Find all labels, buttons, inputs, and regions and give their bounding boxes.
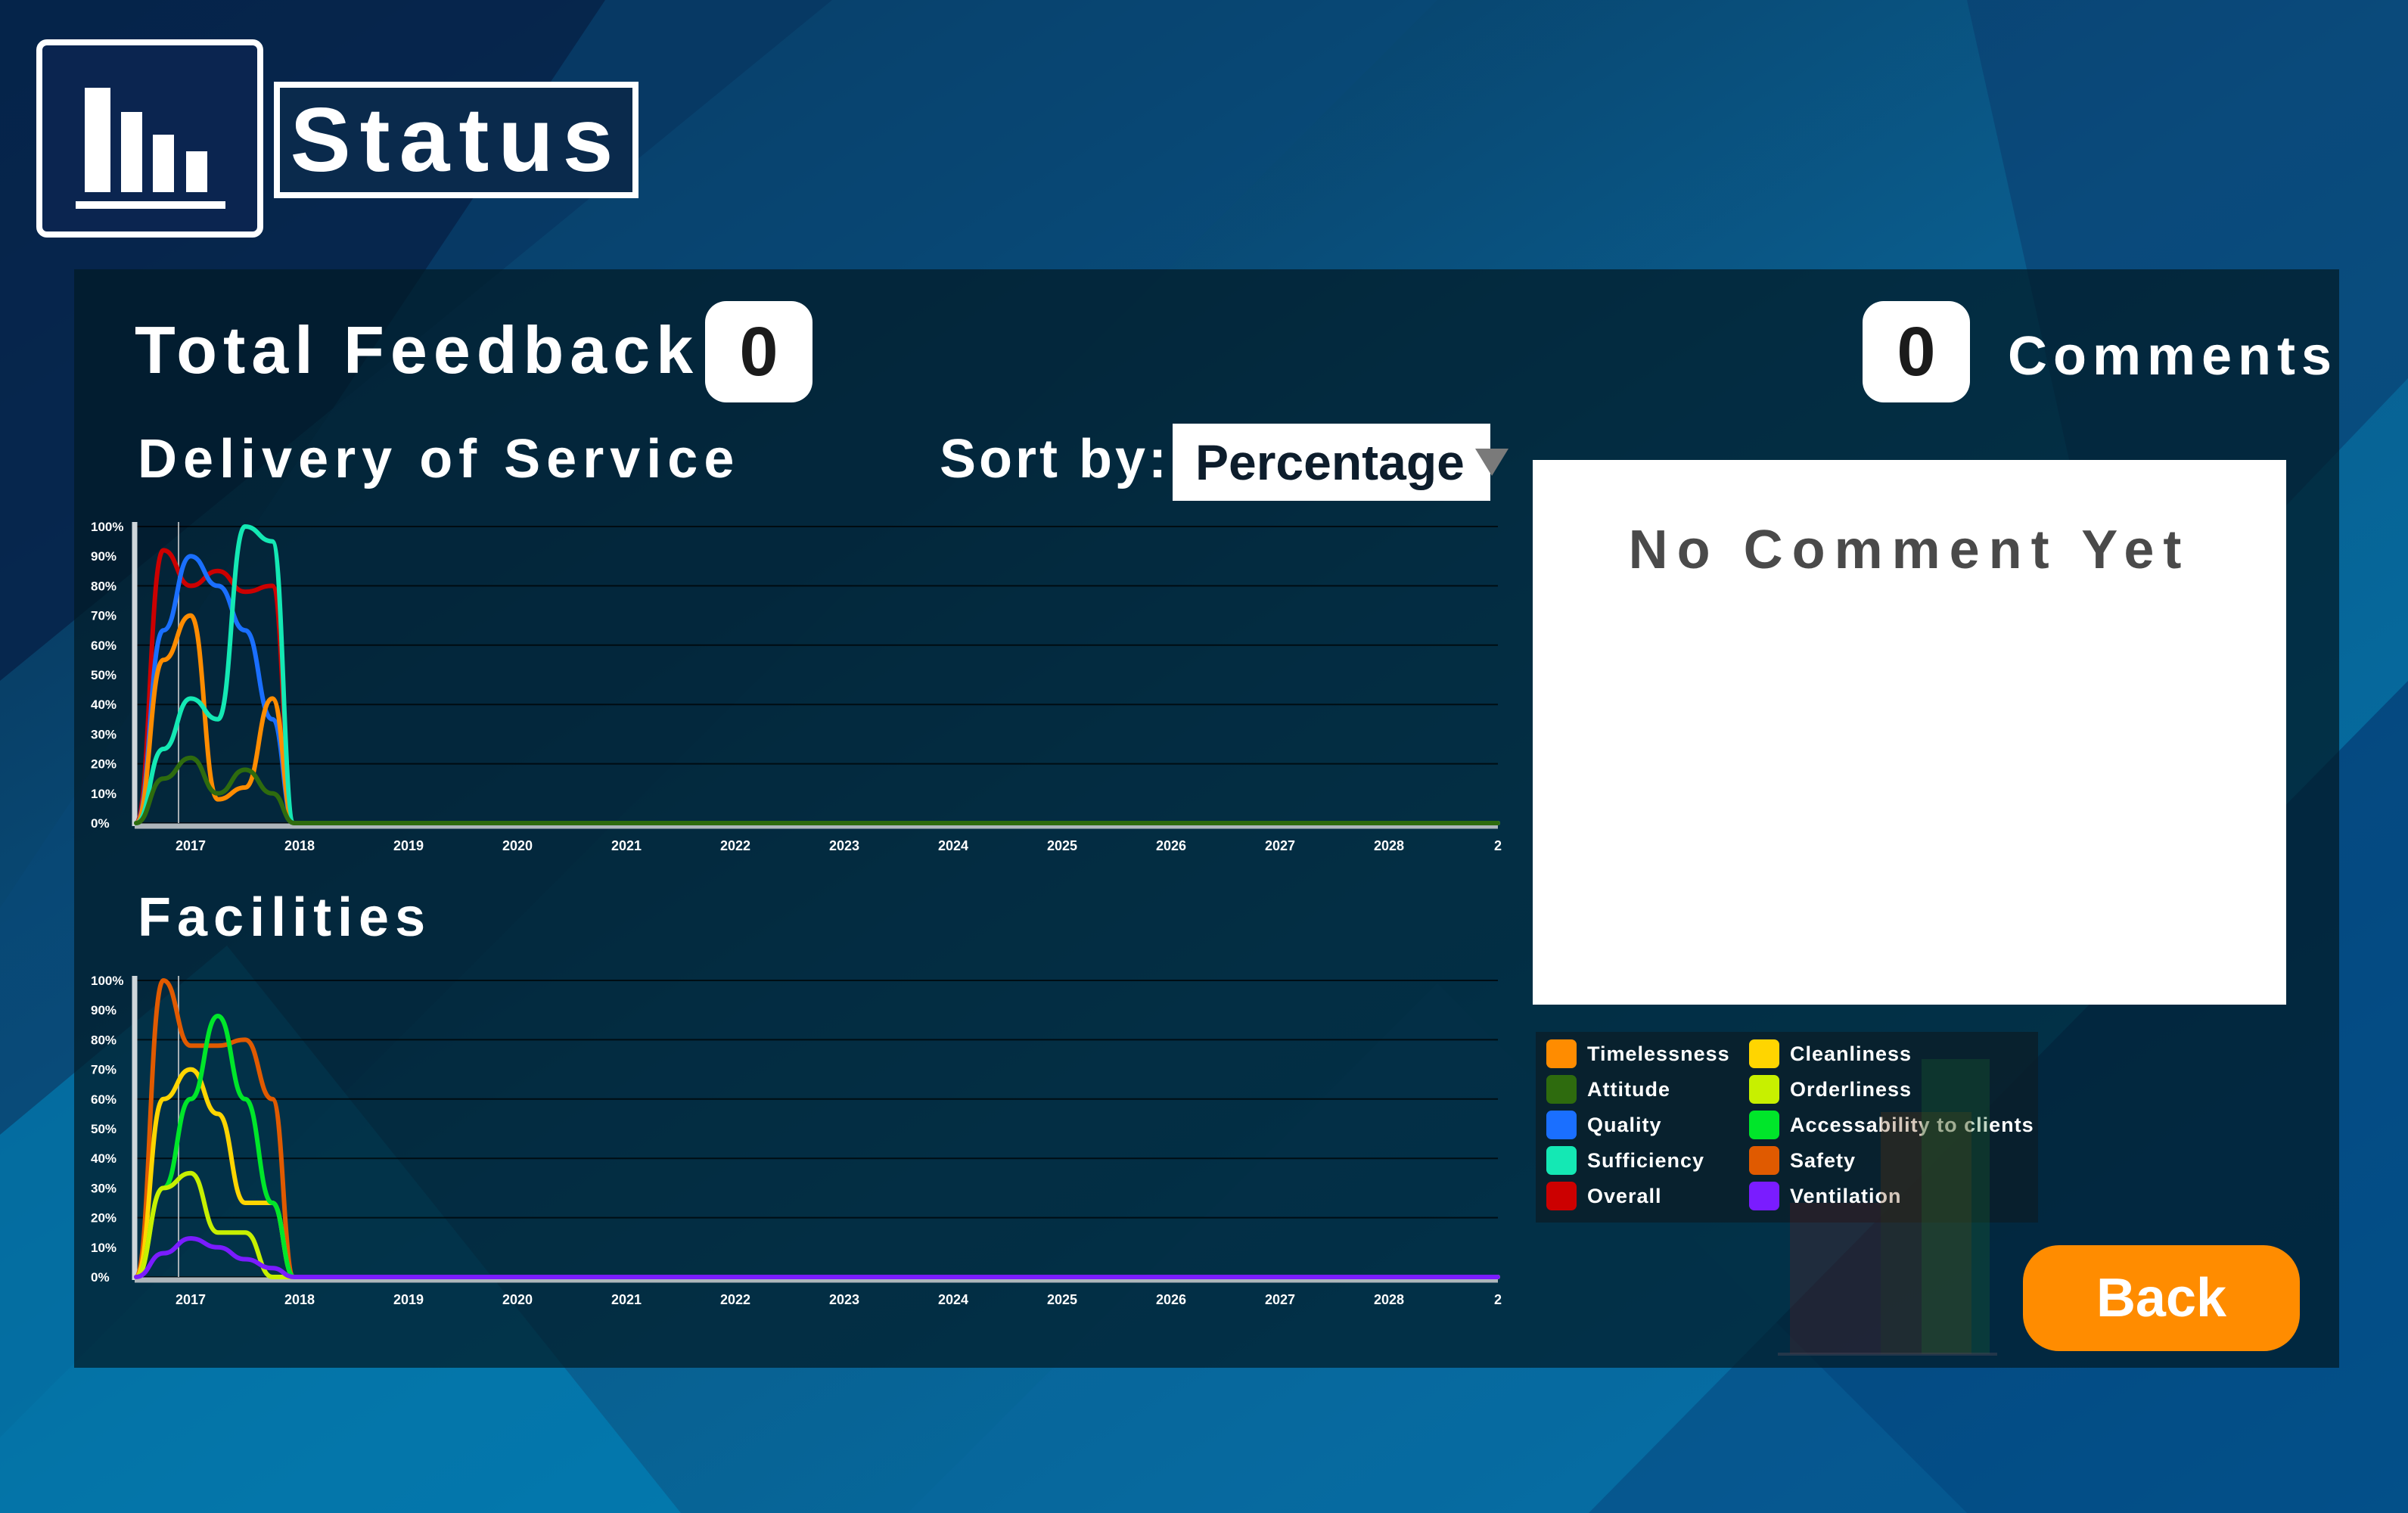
title-icon-box: [36, 39, 263, 238]
y-tick-label: 60%: [91, 638, 117, 653]
legend-item: Attitude: [1546, 1075, 1670, 1104]
y-tick-label: 90%: [91, 549, 117, 564]
series-line: [134, 524, 1500, 825]
legend-swatch: [1546, 1111, 1577, 1139]
y-tick-label: 70%: [91, 1063, 117, 1077]
series-line: [134, 1170, 1500, 1279]
y-tick-label: 30%: [91, 727, 117, 741]
y-tick-label: 0%: [91, 816, 110, 831]
legend-item: Sufficiency: [1546, 1146, 1704, 1175]
back-button[interactable]: Back: [2023, 1245, 2300, 1351]
delivery-section-title: Delivery of Service: [138, 429, 741, 489]
y-tick-label: 50%: [91, 1122, 117, 1136]
x-tick-label: 2024: [938, 838, 968, 853]
legend-swatch: [1749, 1039, 1779, 1068]
legend-item: Quality: [1546, 1111, 1662, 1139]
facilities-section-title: Facilities: [138, 887, 432, 948]
series-line: [134, 1236, 1500, 1279]
y-tick-label: 30%: [91, 1181, 117, 1195]
x-tick-label: 2026: [1156, 1292, 1186, 1307]
x-tick-label: 2019: [393, 1292, 424, 1307]
legend-swatch: [1546, 1039, 1577, 1068]
series-line: [134, 548, 1500, 825]
y-tick-label: 40%: [91, 697, 117, 712]
x-tick-label: 2017: [176, 838, 206, 853]
y-tick-label: 10%: [91, 1241, 117, 1255]
x-tick-label: 2028: [1374, 838, 1404, 853]
y-tick-label: 100%: [91, 974, 123, 988]
x-tick-label: 2024: [938, 1292, 968, 1307]
legend-swatch: [1749, 1146, 1779, 1175]
delivery-chart: 0% 10% 20% 30% 40% 50% 60% 70% 80% 90% 100% 2017 201…: [91, 520, 1502, 853]
y-tick-label: 20%: [91, 1211, 117, 1226]
series-line: [134, 554, 1500, 825]
x-tick-label: 2020: [502, 838, 533, 853]
x-tick-label: 2023: [829, 1292, 859, 1307]
chevron-down-icon: [1474, 449, 1508, 476]
x-tick-label: 2027: [1265, 1292, 1295, 1307]
y-tick-label: 70%: [91, 609, 117, 623]
y-tick-label: 90%: [91, 1003, 117, 1017]
x-tick-label: 2020: [502, 1292, 533, 1307]
x-tick-label: 2017: [176, 1292, 206, 1307]
page-title: Status: [274, 82, 639, 198]
x-tick-label: 2028: [1374, 1292, 1404, 1307]
series-line: [134, 1014, 1500, 1279]
total-feedback-label: Total Feedback: [135, 312, 700, 387]
x-tick-label: 2025: [1047, 838, 1077, 853]
legend-swatch: [1546, 1182, 1577, 1210]
series-line: [134, 613, 1500, 825]
y-tick-label: 80%: [91, 579, 117, 593]
legend-swatch: [1749, 1075, 1779, 1104]
x-tick-label: 2026: [1156, 838, 1186, 853]
x-tick-label: 2019: [393, 838, 424, 853]
legend-swatch: [1749, 1111, 1779, 1139]
sort-label: Sort by:: [940, 429, 1170, 489]
x-tick-label: 2022: [720, 838, 750, 853]
bar-chart-icon: [76, 88, 225, 209]
x-tick-label: 2023: [829, 838, 859, 853]
x-tick-label: 2018: [284, 1292, 315, 1307]
total-feedback-count: 0: [705, 301, 813, 402]
legend-swatch: [1546, 1146, 1577, 1175]
facilities-chart: 0% 10% 20% 30% 40% 50% 60% 70% 80% 90% 100% 2017 201…: [91, 974, 1502, 1307]
comments-label: Comments: [2008, 326, 2338, 387]
x-tick-label: 2025: [1047, 1292, 1077, 1307]
comments-panel: No Comment Yet: [1533, 460, 2286, 1005]
legend-label: Attitude: [1587, 1077, 1670, 1101]
legend-label: Timelessness: [1587, 1042, 1730, 1065]
no-comment-text: No Comment Yet: [1628, 520, 2191, 580]
x-tick-label: 2018: [284, 838, 315, 853]
legend-label: Sufficiency: [1587, 1148, 1705, 1172]
sort-value: Percentage: [1195, 434, 1465, 490]
legend-item: Timelessness: [1546, 1039, 1730, 1068]
y-tick-label: 20%: [91, 757, 117, 772]
x-tick-label: 2: [1494, 1292, 1502, 1307]
comments-count: 0: [1863, 301, 1970, 402]
series-line: [134, 755, 1500, 825]
y-tick-label: 60%: [91, 1092, 117, 1107]
series-line: [134, 978, 1500, 1279]
y-tick-label: 80%: [91, 1033, 117, 1047]
legend-swatch: [1546, 1075, 1577, 1104]
sort-dropdown[interactable]: Percentage: [1173, 424, 1508, 501]
y-tick-label: 40%: [91, 1151, 117, 1166]
x-tick-label: 2: [1494, 838, 1502, 853]
legend-swatch: [1749, 1182, 1779, 1210]
legend-label: Overall: [1587, 1184, 1662, 1207]
legend-item: Overall: [1546, 1182, 1662, 1210]
series-line: [134, 1067, 1500, 1279]
y-tick-label: 100%: [91, 520, 123, 534]
x-tick-label: 2021: [611, 1292, 642, 1307]
y-tick-label: 50%: [91, 668, 117, 682]
x-tick-label: 2027: [1265, 838, 1295, 853]
y-tick-label: 10%: [91, 787, 117, 801]
x-tick-label: 2022: [720, 1292, 750, 1307]
decorative-bars: [1778, 1059, 1997, 1356]
legend-label: Quality: [1587, 1113, 1662, 1136]
y-tick-label: 0%: [91, 1270, 110, 1285]
x-tick-label: 2021: [611, 838, 642, 853]
